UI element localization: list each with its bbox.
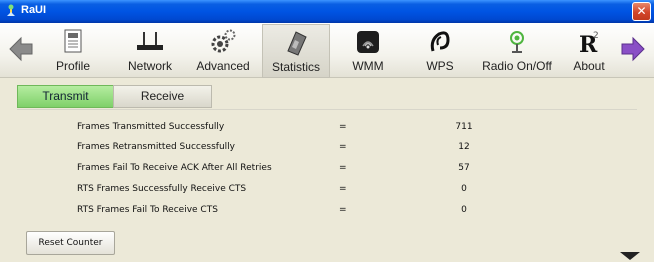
stat-value: 0 [461,184,467,194]
close-button[interactable]: ✕ [632,2,651,21]
stat-equals: = [339,142,347,152]
toolbar-label-profile: Profile [55,59,90,73]
toolbar: Profile Network Advanced Statistics WMM … [0,23,654,78]
gears-icon [211,29,236,53]
about-r-icon: R 2 [579,31,599,56]
toolbar-label-statistics: Statistics [271,60,320,74]
stat-value: 0 [461,205,467,215]
window-title: RaUI [21,4,47,16]
toolbar-item-statistics[interactable]: Statistics [262,24,330,78]
calculator-icon [287,31,307,56]
stat-row: Frames Transmitted Successfully = 711 [0,118,654,138]
stat-equals: = [339,163,347,173]
wps-icon [430,31,450,52]
wmm-icon [357,31,379,53]
tab-receive[interactable]: Receive [113,85,212,108]
scroll-down-icon[interactable] [620,252,640,260]
toolbar-item-profile[interactable]: Profile [48,24,98,76]
toolbar-item-network[interactable]: Network [120,24,180,76]
router-icon [137,32,163,50]
arrow-left-icon[interactable] [8,35,34,63]
tab-transmit[interactable]: Transmit [17,85,114,108]
toolbar-label-wps: WPS [426,59,454,73]
stat-equals: = [339,205,347,215]
toolbar-label-advanced: Advanced [196,59,250,73]
stat-label: Frames Retransmitted Successfully [77,142,235,152]
toolbar-label-about: About [573,59,605,73]
stat-equals: = [339,184,347,194]
statistics-panel: Transmit Receive Frames Transmitted Succ… [0,78,654,262]
toolbar-item-advanced[interactable]: Advanced [193,24,253,76]
svg-text:2: 2 [593,31,599,41]
stat-row: Frames Retransmitted Successfully = 12 [0,138,654,158]
arrow-right-icon[interactable] [620,35,646,63]
stat-value: 57 [458,163,470,173]
stat-row: Frames Fail To Receive ACK After All Ret… [0,159,654,179]
title-bar: RaUI ✕ [0,0,654,23]
stat-label: Frames Fail To Receive ACK After All Ret… [77,163,272,173]
toolbar-item-radio-on-off[interactable]: Radio On/Off [475,24,559,76]
tab-bar: Transmit Receive [17,85,212,108]
radio-icon [510,31,524,53]
stat-value: 12 [458,142,470,152]
toolbar-item-about[interactable]: R 2 About [569,24,609,76]
app-icon [7,4,15,16]
stat-label: RTS Frames Fail To Receive CTS [77,205,218,215]
toolbar-label-wmm: WMM [352,59,384,73]
stat-row: RTS Frames Fail To Receive CTS = 0 [0,201,654,221]
close-icon: ✕ [636,4,647,18]
toolbar-label-radio-on-off: Radio On/Off [482,59,552,73]
stat-value: 711 [455,122,473,132]
divider [17,109,637,110]
toolbar-item-wps[interactable]: WPS [415,24,465,76]
profile-document-icon [64,29,82,53]
stat-label: RTS Frames Successfully Receive CTS [77,184,247,194]
stat-row: RTS Frames Successfully Receive CTS = 0 [0,180,654,200]
toolbar-item-wmm[interactable]: WMM [343,24,393,76]
app-window: RaUI ✕ Profile Network Advanced Statisti… [0,0,654,262]
stat-label: Frames Transmitted Successfully [77,122,225,132]
toolbar-label-network: Network [127,59,172,73]
stat-equals: = [339,122,347,132]
reset-counter-button[interactable]: Reset Counter [26,231,115,255]
